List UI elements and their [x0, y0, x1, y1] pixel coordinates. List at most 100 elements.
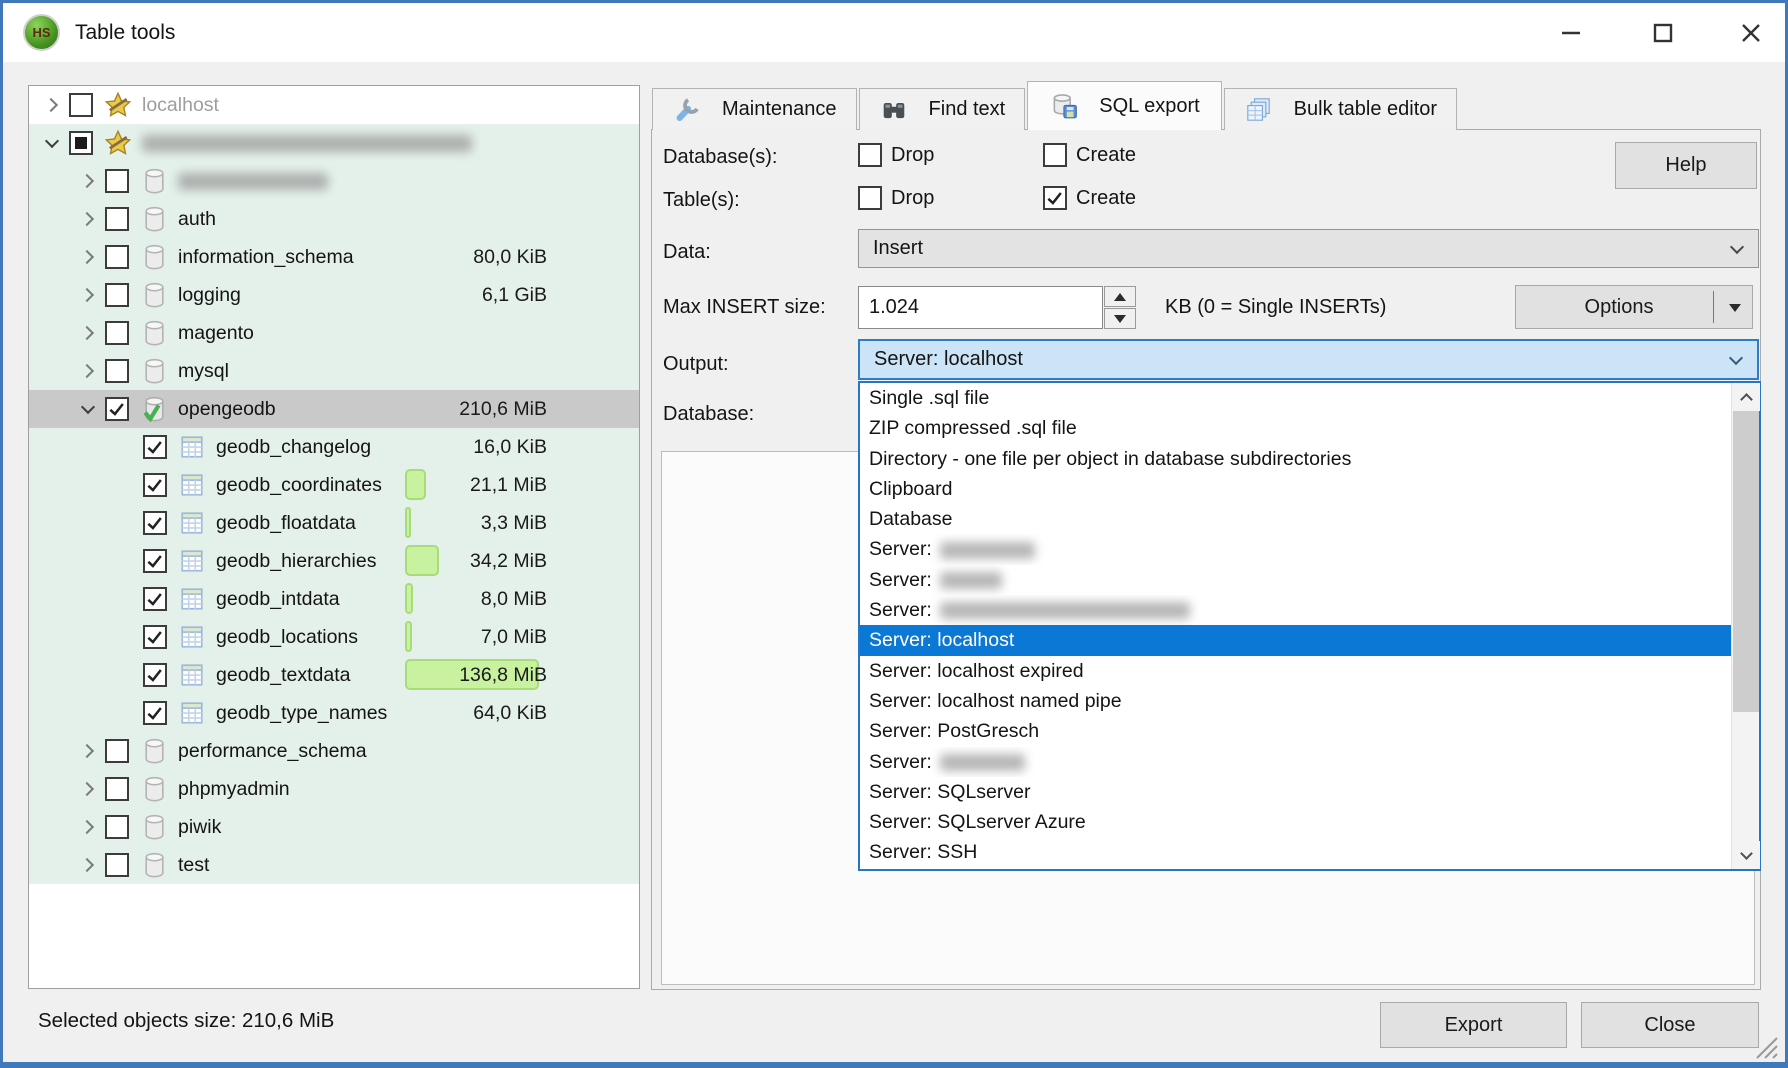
output-option-server-redacted[interactable]: Server: [860, 534, 1731, 564]
expand-arrow-icon[interactable] [111, 660, 141, 690]
tree-row-geodb-locations[interactable]: geodb_locations 7,0 MiB [29, 618, 639, 656]
expand-arrow-icon[interactable] [37, 128, 67, 158]
tree-checkbox[interactable] [105, 815, 129, 839]
expand-arrow-icon[interactable] [73, 242, 103, 272]
server-tree[interactable]: localhost [28, 85, 640, 989]
title-bar[interactable]: HS Table tools [3, 3, 1785, 62]
expand-arrow-icon[interactable] [111, 584, 141, 614]
tree-checkbox[interactable] [143, 473, 167, 497]
tree-checkbox[interactable] [105, 397, 129, 421]
tree-row-piwik[interactable]: piwik [29, 808, 639, 846]
tree-row-opengeodb[interactable]: opengeodb 210,6 MiB [29, 390, 639, 428]
tree-checkbox[interactable] [105, 169, 129, 193]
tree-row-localhost[interactable]: localhost [29, 86, 639, 124]
tree-row-geodb-textdata[interactable]: geodb_textdata 136,8 MiB [29, 656, 639, 694]
tree-row-mysql[interactable]: mysql [29, 352, 639, 390]
tree-row-geodb-changelog[interactable]: geodb_changelog 16,0 KiB [29, 428, 639, 466]
expand-arrow-icon[interactable] [73, 280, 103, 310]
tree-row-performance-schema[interactable]: performance_schema [29, 732, 639, 770]
expand-arrow-icon[interactable] [111, 698, 141, 728]
tree-checkbox[interactable] [143, 663, 167, 687]
databases-create-checkbox[interactable]: Create [1043, 143, 1136, 167]
data-combobox[interactable]: Insert [858, 229, 1759, 268]
output-combobox[interactable]: Server: localhost [858, 339, 1759, 380]
output-option-server-redacted[interactable]: Server: [860, 747, 1731, 777]
output-option-directory-one-file-per-object-in-database-subdirectories[interactable]: Directory - one file per object in datab… [860, 444, 1731, 474]
output-option-server-localhost-expired[interactable]: Server: localhost expired [860, 656, 1731, 686]
expand-arrow-icon[interactable] [73, 356, 103, 386]
expand-arrow-icon[interactable] [111, 470, 141, 500]
tree-checkbox[interactable] [143, 435, 167, 459]
tree-checkbox[interactable] [69, 93, 93, 117]
tables-create-checkbox[interactable]: Create [1043, 186, 1136, 210]
tree-row-geodb-type-names[interactable]: geodb_type_names 64,0 KiB [29, 694, 639, 732]
export-button[interactable]: Export [1380, 1002, 1567, 1048]
checkbox[interactable] [1043, 186, 1067, 210]
expand-arrow-icon[interactable] [73, 736, 103, 766]
spin-down-button[interactable] [1104, 308, 1136, 329]
expand-arrow-icon[interactable] [73, 166, 103, 196]
checkbox[interactable] [858, 143, 882, 167]
minimize-button[interactable] [1545, 12, 1597, 54]
tree-checkbox[interactable] [143, 511, 167, 535]
close-button[interactable]: Close [1581, 1002, 1759, 1048]
checkbox[interactable] [858, 186, 882, 210]
tree-checkbox[interactable] [105, 283, 129, 307]
output-option-database[interactable]: Database [860, 504, 1731, 534]
expand-arrow-icon[interactable] [73, 850, 103, 880]
tables-drop-checkbox[interactable]: Drop [858, 186, 934, 210]
tree-row-test[interactable]: test [29, 846, 639, 884]
output-option-zip-compressed-sql-file[interactable]: ZIP compressed .sql file [860, 413, 1731, 443]
tree-checkbox[interactable] [105, 245, 129, 269]
output-option-server-localhost-named-pipe[interactable]: Server: localhost named pipe [860, 686, 1731, 716]
expand-arrow-icon[interactable] [111, 622, 141, 652]
scrollbar-thumb[interactable] [1733, 411, 1759, 712]
tree-checkbox[interactable] [143, 625, 167, 649]
tab-find-text[interactable]: Find text [859, 88, 1026, 130]
tree-checkbox[interactable] [105, 853, 129, 877]
maximize-button[interactable] [1637, 12, 1689, 54]
tree-row-geodb-coordinates[interactable]: geodb_coordinates 21,1 MiB [29, 466, 639, 504]
tree-checkbox[interactable] [105, 777, 129, 801]
options-button[interactable]: Options [1515, 285, 1753, 329]
close-window-button[interactable] [1725, 12, 1777, 54]
tree-row-logging[interactable]: logging 6,1 GiB [29, 276, 639, 314]
tree-checkbox[interactable] [143, 549, 167, 573]
tree-row-geodb-floatdata[interactable]: geodb_floatdata 3,3 MiB [29, 504, 639, 542]
expand-arrow-icon[interactable] [111, 546, 141, 576]
output-option-server-ssh[interactable]: Server: SSH [860, 837, 1731, 867]
expand-arrow-icon[interactable] [73, 774, 103, 804]
tab-sql-export[interactable]: SQL export [1027, 81, 1221, 130]
tree-row-phpmyadmin[interactable]: phpmyadmin [29, 770, 639, 808]
scroll-down-button[interactable] [1732, 841, 1760, 869]
help-button[interactable]: Help [1615, 142, 1757, 189]
tree-row-geodb-intdata[interactable]: geodb_intdata 8,0 MiB [29, 580, 639, 618]
output-option-server-sqlserver-azure[interactable]: Server: SQLserver Azure [860, 807, 1731, 837]
tree-checkbox[interactable] [105, 739, 129, 763]
tab-maintenance[interactable]: Maintenance [652, 88, 857, 130]
expand-arrow-icon[interactable] [111, 432, 141, 462]
dropdown-scrollbar[interactable] [1731, 383, 1759, 869]
options-dropdown-icon[interactable] [1729, 304, 1741, 312]
tree-row-information-schema[interactable]: information_schema 80,0 KiB [29, 238, 639, 276]
spin-up-button[interactable] [1104, 286, 1136, 307]
expand-arrow-icon[interactable] [37, 90, 67, 120]
output-option-server-redacted[interactable]: Server: [860, 595, 1731, 625]
expand-arrow-icon[interactable] [73, 204, 103, 234]
output-option-clipboard[interactable]: Clipboard [860, 474, 1731, 504]
expand-arrow-icon[interactable] [73, 812, 103, 842]
scroll-up-button[interactable] [1732, 383, 1760, 411]
max-insert-size-input[interactable] [858, 286, 1103, 329]
tree-row-magento[interactable]: magento [29, 314, 639, 352]
output-option-server-localhost[interactable]: Server: localhost [860, 625, 1731, 655]
tree-row-redacted[interactable] [29, 162, 639, 200]
tree-checkbox[interactable] [69, 131, 93, 155]
databases-drop-checkbox[interactable]: Drop [858, 143, 934, 167]
tree-checkbox[interactable] [143, 587, 167, 611]
expand-arrow-icon[interactable] [73, 318, 103, 348]
tree-checkbox[interactable] [143, 701, 167, 725]
output-option-server-redacted[interactable]: Server: [860, 565, 1731, 595]
expand-arrow-icon[interactable] [73, 394, 103, 424]
tree-row-redacted[interactable] [29, 124, 639, 162]
output-option-single-sql-file[interactable]: Single .sql file [860, 383, 1731, 413]
